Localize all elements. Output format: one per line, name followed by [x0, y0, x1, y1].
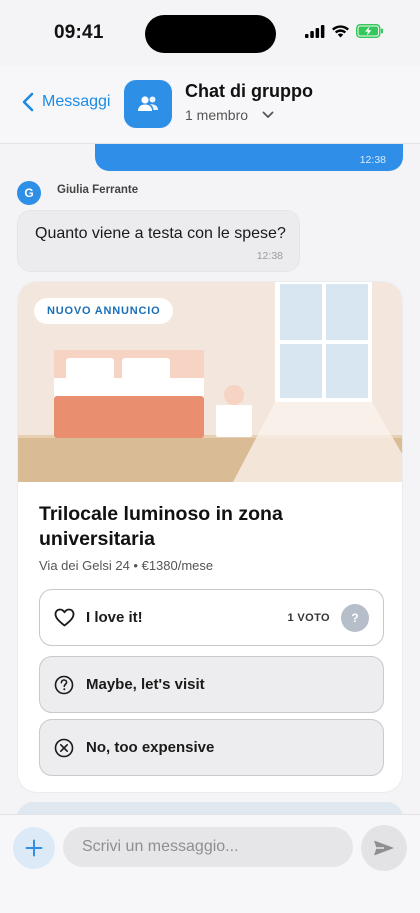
voter-avatar[interactable]: ?: [341, 603, 369, 632]
status-icons: [305, 24, 384, 38]
status-time: 09:41: [54, 22, 104, 43]
group-icon: [138, 96, 158, 111]
listing-title: Trilocale luminoso in zona universitaria: [39, 503, 283, 550]
sender-avatar[interactable]: G: [17, 181, 41, 205]
poll-option-label: Maybe, let's visit: [86, 676, 205, 693]
chat-scroll-area[interactable]: 12:38 G Giulia Ferrante Quanto viene a t…: [0, 144, 420, 814]
member-count: 1 membro: [185, 107, 249, 123]
send-button[interactable]: [361, 825, 407, 871]
listing-address-price: Via dei Gelsi 24 • €1380/mese: [39, 558, 214, 573]
send-icon: [374, 840, 394, 856]
wifi-icon: [332, 25, 349, 38]
dynamic-island: [145, 15, 276, 53]
cellular-signal-icon: [305, 24, 325, 38]
plus-icon: [25, 839, 43, 857]
incoming-message-bubble[interactable]: Quanto viene a testa con le spese? 12:38: [17, 210, 300, 272]
chevron-left-icon: [22, 92, 34, 112]
status-bar: 09:41: [0, 0, 420, 66]
poll-option-love[interactable]: I love it! 1 VOTO ?: [39, 589, 384, 646]
listing-card[interactable]: NUOVO ANNUNCIO Trilocale luminoso in zon…: [17, 281, 403, 793]
next-message-peek[interactable]: [17, 802, 403, 814]
question-circle-icon: [54, 675, 74, 695]
poll-option-no[interactable]: No, too expensive: [39, 719, 384, 776]
back-label: Messaggi: [42, 93, 111, 110]
group-avatar[interactable]: [124, 80, 172, 128]
members-dropdown[interactable]: 1 membro: [185, 107, 274, 123]
poll-option-label: No, too expensive: [86, 739, 215, 756]
chat-header: Messaggi Chat di gruppo 1 membro: [0, 66, 420, 144]
own-message-bubble[interactable]: 12:38: [95, 144, 403, 171]
vote-count: 1 VOTO: [287, 611, 330, 624]
battery-charging-icon: [356, 24, 383, 38]
message-input[interactable]: [63, 827, 353, 867]
chevron-down-icon: [262, 111, 274, 118]
message-composer: [0, 814, 420, 913]
x-circle-icon: [54, 738, 74, 758]
back-button[interactable]: Messaggi: [22, 92, 110, 112]
chat-title: Chat di gruppo: [185, 81, 313, 101]
add-attachment-button[interactable]: [13, 827, 55, 869]
heart-icon: [54, 608, 75, 627]
message-time: 12:38: [359, 154, 386, 166]
new-listing-badge: NUOVO ANNUNCIO: [34, 298, 174, 324]
poll-option-maybe[interactable]: Maybe, let's visit: [39, 656, 384, 713]
sender-name: Giulia Ferrante: [57, 184, 139, 196]
poll-option-label: I love it!: [86, 609, 143, 626]
message-time: 12:38: [256, 250, 283, 262]
message-text: Quanto viene a testa con le spese?: [35, 225, 286, 242]
